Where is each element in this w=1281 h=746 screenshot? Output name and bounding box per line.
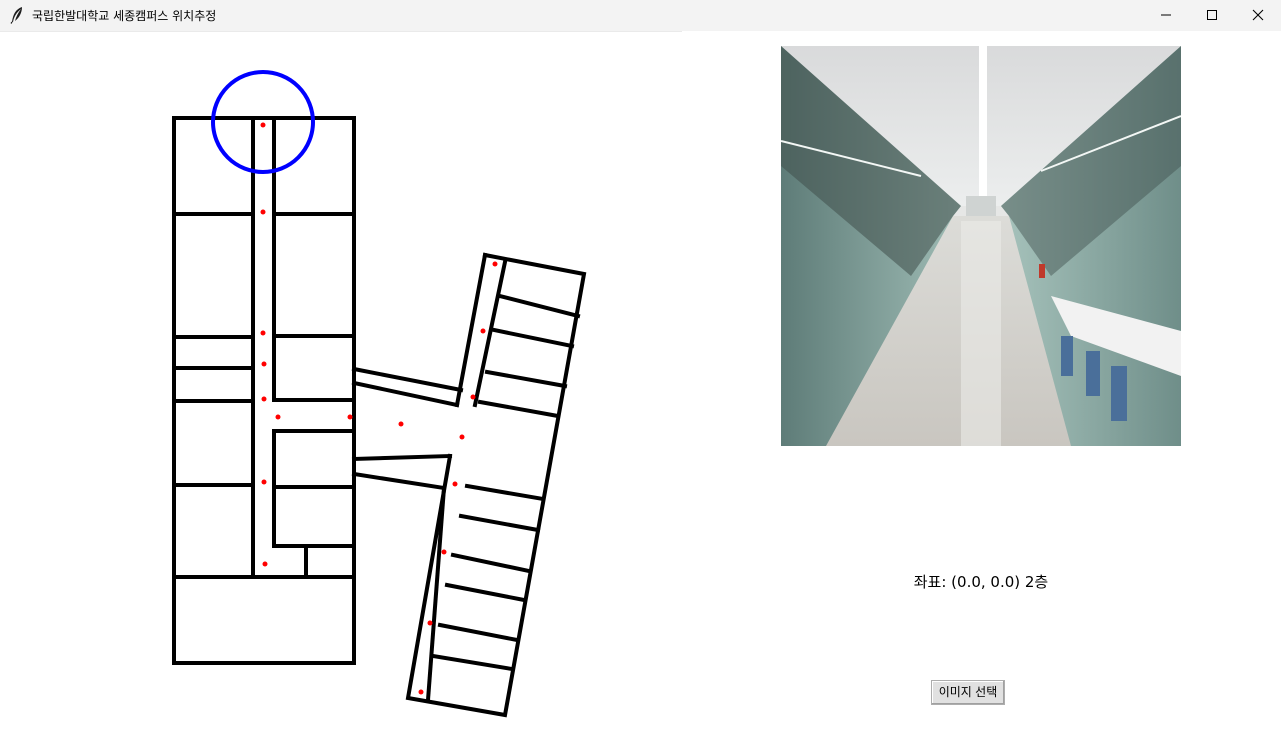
maximize-button[interactable] bbox=[1189, 0, 1235, 31]
minimize-icon bbox=[1161, 14, 1171, 16]
position-marker bbox=[260, 330, 266, 336]
location-readout: 좌표: (0.0, 0.0) 2층 bbox=[913, 573, 1049, 591]
position-marker bbox=[459, 434, 465, 440]
position-marker bbox=[261, 396, 267, 402]
position-marker bbox=[452, 481, 458, 487]
current-location-circle bbox=[211, 70, 315, 174]
position-marker bbox=[418, 689, 424, 695]
position-marker bbox=[260, 209, 266, 215]
position-marker bbox=[427, 620, 433, 626]
floor-plan-walls bbox=[172, 116, 587, 718]
position-marker bbox=[262, 561, 268, 567]
position-marker bbox=[492, 261, 498, 267]
position-marker bbox=[470, 394, 476, 400]
maximize-icon bbox=[1207, 10, 1217, 20]
close-button[interactable] bbox=[1235, 0, 1281, 31]
position-marker bbox=[261, 361, 267, 367]
select-image-button[interactable]: 이미지 선택 bbox=[931, 680, 1005, 705]
position-marker bbox=[398, 421, 404, 427]
close-icon bbox=[1252, 9, 1264, 21]
position-marker bbox=[480, 328, 486, 334]
floor-plan-map[interactable] bbox=[0, 0, 682, 746]
position-marker bbox=[260, 122, 266, 128]
position-marker bbox=[347, 414, 353, 420]
position-marker bbox=[441, 549, 447, 555]
corridor-photo bbox=[781, 46, 1181, 446]
position-marker bbox=[275, 414, 281, 420]
position-marker bbox=[261, 479, 267, 485]
minimize-button[interactable] bbox=[1143, 0, 1189, 31]
position-markers bbox=[260, 122, 498, 695]
